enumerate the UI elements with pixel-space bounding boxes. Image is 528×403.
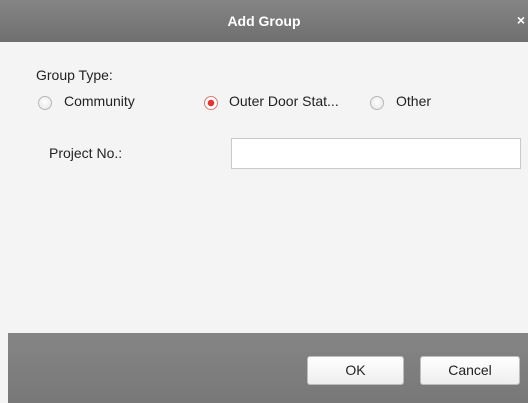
- dialog-title: Add Group: [227, 13, 301, 29]
- radio-community-label[interactable]: Community: [64, 93, 135, 109]
- project-no-input[interactable]: [231, 138, 521, 169]
- radio-outer-door-station-label[interactable]: Outer Door Stat...: [229, 93, 339, 109]
- radio-other-label[interactable]: Other: [396, 93, 431, 109]
- close-icon[interactable]: ×: [517, 0, 525, 42]
- radio-community[interactable]: [38, 96, 52, 110]
- radio-outer-door-station[interactable]: [204, 96, 218, 110]
- ok-button[interactable]: OK: [307, 356, 404, 385]
- project-no-label: Project No.:: [49, 145, 123, 161]
- dialog-titlebar: Add Group ×: [0, 0, 528, 42]
- group-type-label: Group Type:: [36, 67, 113, 83]
- cancel-button[interactable]: Cancel: [420, 356, 520, 385]
- radio-other[interactable]: [370, 96, 384, 110]
- add-group-dialog: Add Group × Group Type: Community Outer …: [0, 0, 528, 403]
